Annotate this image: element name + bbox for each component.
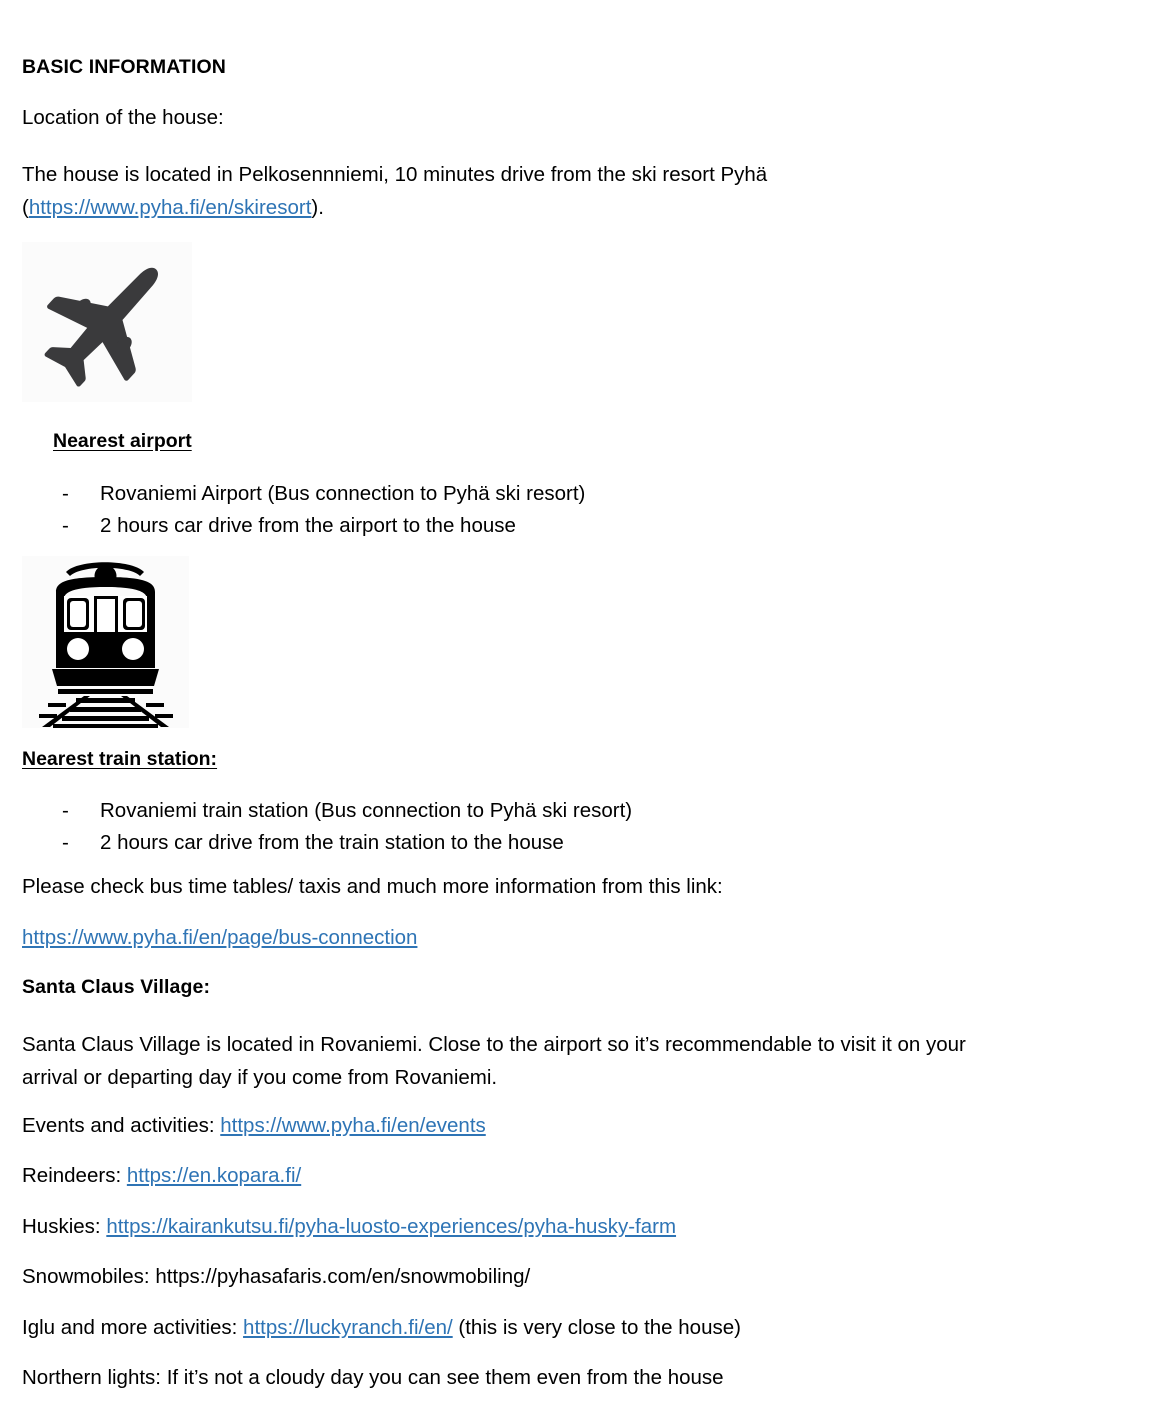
iglu-label: Iglu and more activities: [22,1315,244,1339]
document-page: BASIC INFORMATION Location of the house:… [0,0,1152,1397]
bus-timetable-note: Please check bus time tables/ taxis and … [22,875,723,898]
dash-marker: - [62,513,69,537]
bus-connection-line: https://www.pyha.fi/en/page/bus-connecti… [22,926,1020,949]
list-item-label: Rovaniemi Airport (Bus connection to Pyh… [100,481,586,505]
snowmobiles-line: Snowmobiles: https://pyhasafaris.com/en/… [22,1265,1020,1288]
list-item-label: 2 hours car drive from the airport to th… [100,513,516,537]
airplane-image [22,242,192,402]
northern-lights-line: Northern lights: If it’s not a cloudy da… [22,1366,724,1389]
santa-claus-village-description: Santa Claus Village is located in Rovani… [22,1032,966,1089]
train-image [22,555,189,728]
snowmobiles-label: Snowmobiles: [22,1265,156,1288]
list-item-label: Rovaniemi train station (Bus connection … [100,799,633,822]
iglu-line: Iglu and more activities: https://luckyr… [22,1315,1020,1339]
huskies-link[interactable]: https://kairankutsu.fi/pyha-luosto-exper… [106,1215,676,1238]
list-item: - Rovaniemi Airport (Bus connection to P… [22,478,1020,510]
location-paragraph: The house is located in Pelkosennniemi, … [22,158,1020,224]
airplane-icon [44,267,158,387]
dash-marker: - [62,799,69,822]
list-item: - 2 hours car drive from the airport to … [22,510,1020,542]
events-label: Events and activities: [22,1113,221,1137]
page-title: BASIC INFORMATION [22,56,226,78]
dash-marker: - [62,831,69,854]
location-text-after: ). [311,196,324,219]
iglu-link[interactable]: https://luckyranch.fi/en/ [243,1316,453,1339]
list-item: - Rovaniemi train station (Bus connectio… [22,795,1020,827]
nearest-train-station-heading: Nearest train station: [22,747,218,770]
document-content: BASIC INFORMATION Location of the house:… [22,56,1020,1419]
skiresort-link[interactable]: https://www.pyha.fi/en/skiresort [29,196,312,219]
airport-list: - Rovaniemi Airport (Bus connection to P… [22,478,1020,542]
reindeers-line: Reindeers: https://en.kopara.fi/ [22,1164,1020,1187]
reindeers-label: Reindeers: [22,1164,127,1187]
list-item: - 2 hours car drive from the train stati… [22,827,1020,859]
huskies-line: Huskies: https://kairankutsu.fi/pyha-luo… [22,1214,1020,1238]
nearest-airport-heading: Nearest airport [53,430,192,452]
dash-marker: - [62,481,69,505]
reindeers-link[interactable]: https://en.kopara.fi/ [127,1164,301,1187]
events-line: Events and activities: https://www.pyha.… [22,1113,1020,1137]
snowmobiles-url: https://pyhasafaris.com/en/snowmobiling/ [155,1265,531,1288]
huskies-label: Huskies: [22,1214,107,1238]
location-label: Location of the house: [22,105,224,129]
events-link[interactable]: https://www.pyha.fi/en/events [220,1114,486,1137]
iglu-suffix: (this is very close to the house) [452,1315,741,1339]
train-icon [39,561,173,728]
bus-connection-link[interactable]: https://www.pyha.fi/en/page/bus-connecti… [22,926,417,949]
list-item-label: 2 hours car drive from the train station… [100,831,564,854]
train-list: - Rovaniemi train station (Bus connectio… [22,795,1020,859]
santa-claus-village-heading: Santa Claus Village: [22,976,211,998]
